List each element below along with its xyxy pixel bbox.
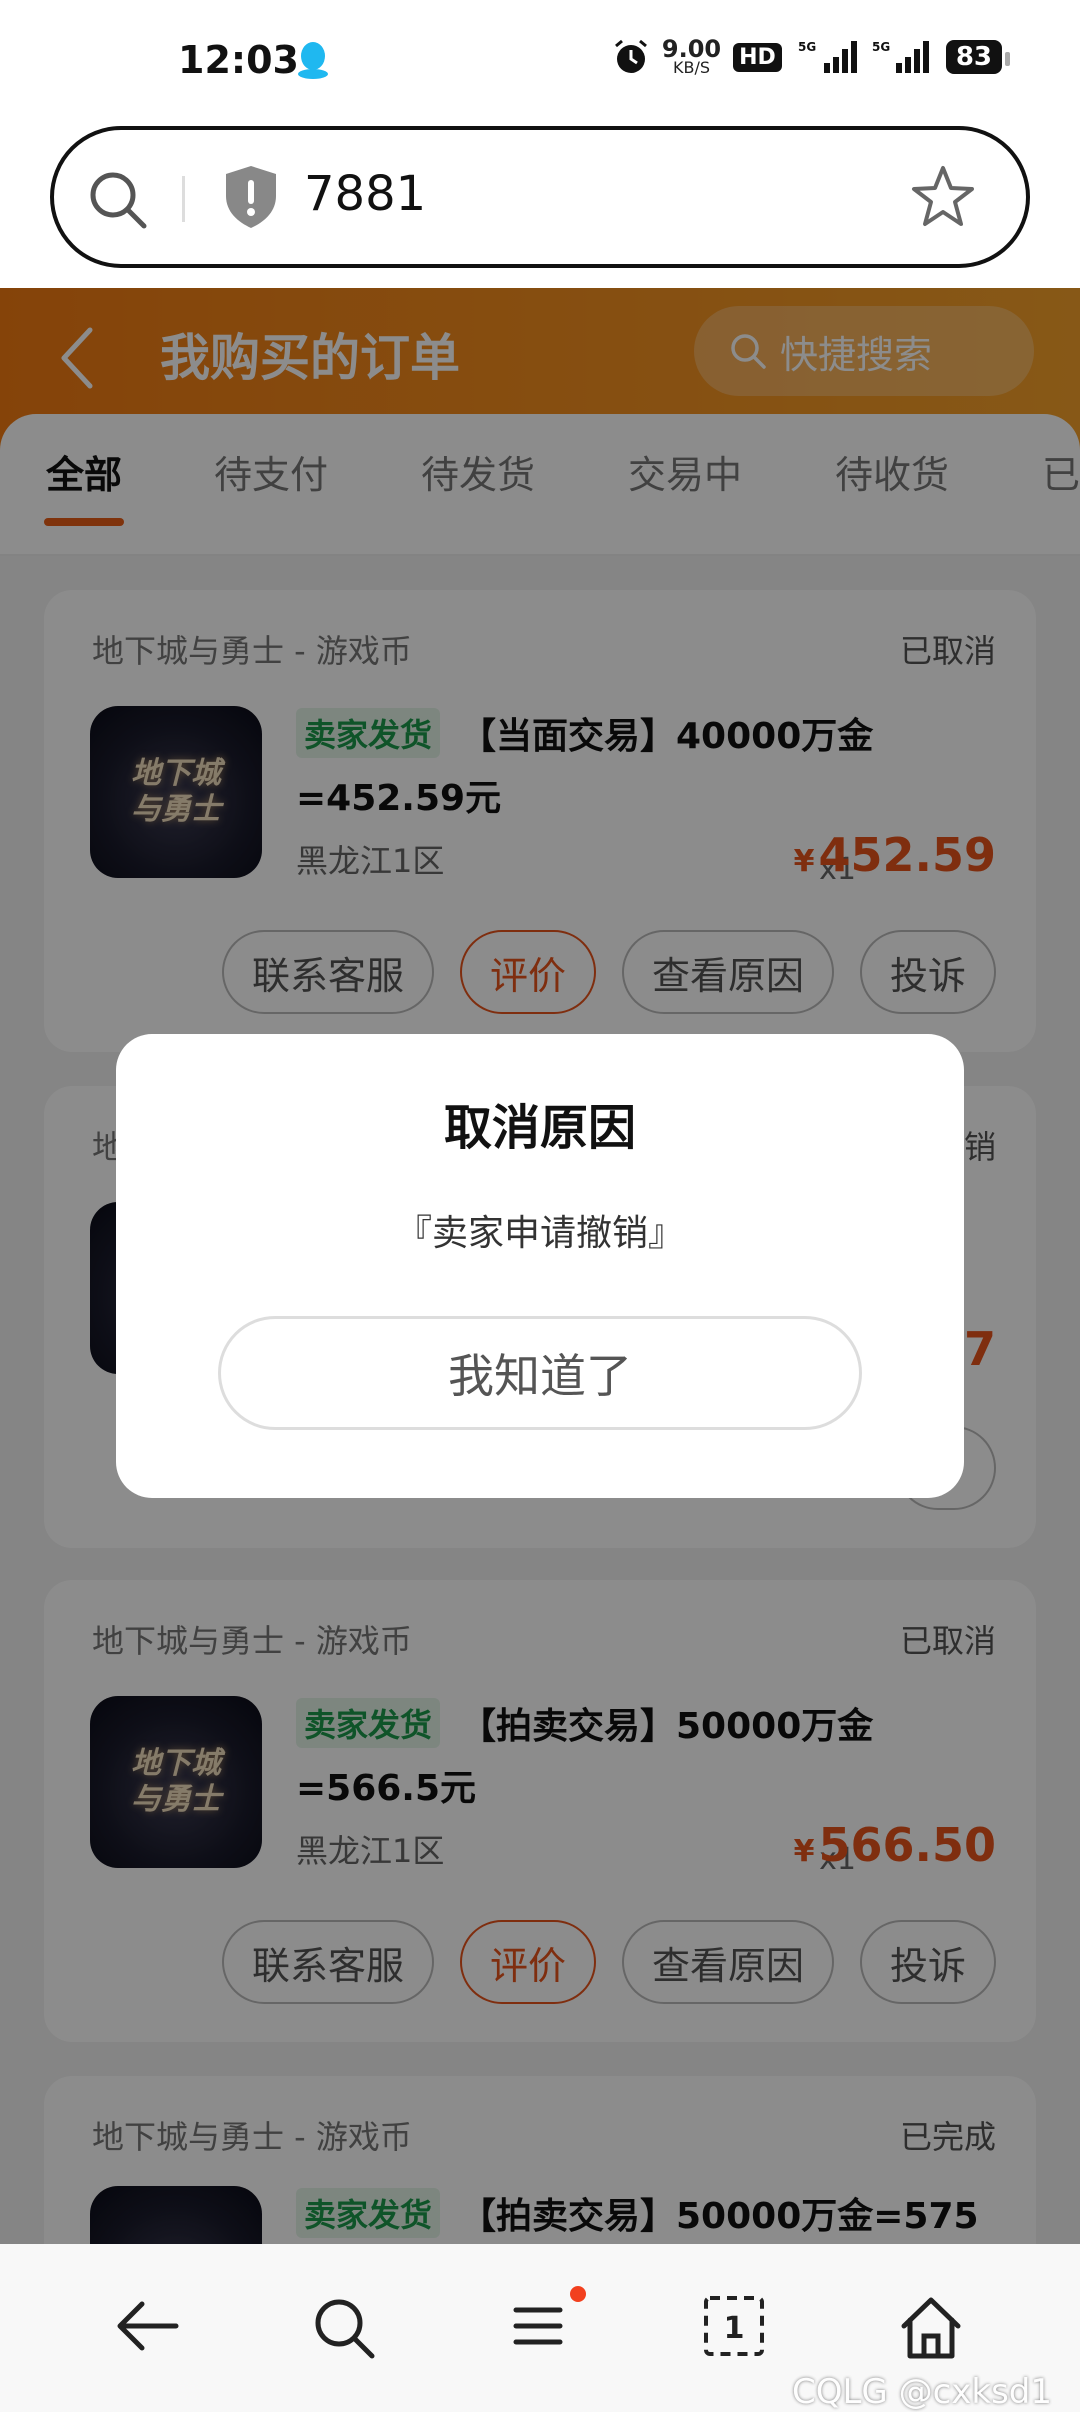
qq-icon — [298, 42, 328, 79]
dialog-message: 『卖家申请撤销』 — [395, 1213, 684, 1254]
browser-address-bar: 7881 — [0, 122, 1080, 288]
hd-badge: HD — [733, 42, 782, 72]
signal-icon-1: 5G — [798, 40, 857, 73]
url-field[interactable]: 7881 — [50, 126, 1030, 268]
url-text[interactable]: 7881 — [304, 166, 426, 222]
search-icon[interactable] — [310, 2294, 380, 2364]
menu-icon[interactable] — [510, 2294, 566, 2358]
address-divider — [182, 176, 185, 222]
cancel-reason-dialog: 取消原因 『卖家申请撤销』 我知道了 — [116, 1034, 964, 1498]
shield-warning-icon[interactable] — [222, 164, 280, 230]
bookmark-star-icon[interactable] — [908, 162, 978, 232]
menu-notification-dot — [570, 2286, 586, 2302]
tabs-counter-icon[interactable]: 1 — [702, 2294, 766, 2358]
svg-text:5G: 5G — [798, 40, 816, 54]
status-time: 12:03 — [178, 38, 299, 82]
net-speed: 9.00 KB/S — [661, 35, 722, 77]
svg-text:5G: 5G — [872, 40, 890, 54]
dialog-title: 取消原因 — [443, 1100, 636, 1156]
search-icon[interactable] — [86, 168, 150, 232]
alarm-icon — [614, 39, 647, 73]
watermark: CQLG @cxksd1 — [791, 2372, 1052, 2412]
home-icon[interactable] — [896, 2294, 966, 2362]
dialog-confirm-button[interactable]: 我知道了 — [218, 1316, 862, 1430]
svg-text:1: 1 — [724, 2311, 745, 2346]
signal-icon-2: 5G — [872, 40, 929, 73]
status-bar: 12:03 9.00 KB/S HD 5G 5G 83 — [0, 0, 1080, 122]
back-arrow-icon[interactable] — [112, 2294, 184, 2358]
status-icons: 9.00 KB/S HD 5G 5G 83 — [612, 35, 1011, 77]
battery-icon: 83 — [945, 40, 1011, 74]
